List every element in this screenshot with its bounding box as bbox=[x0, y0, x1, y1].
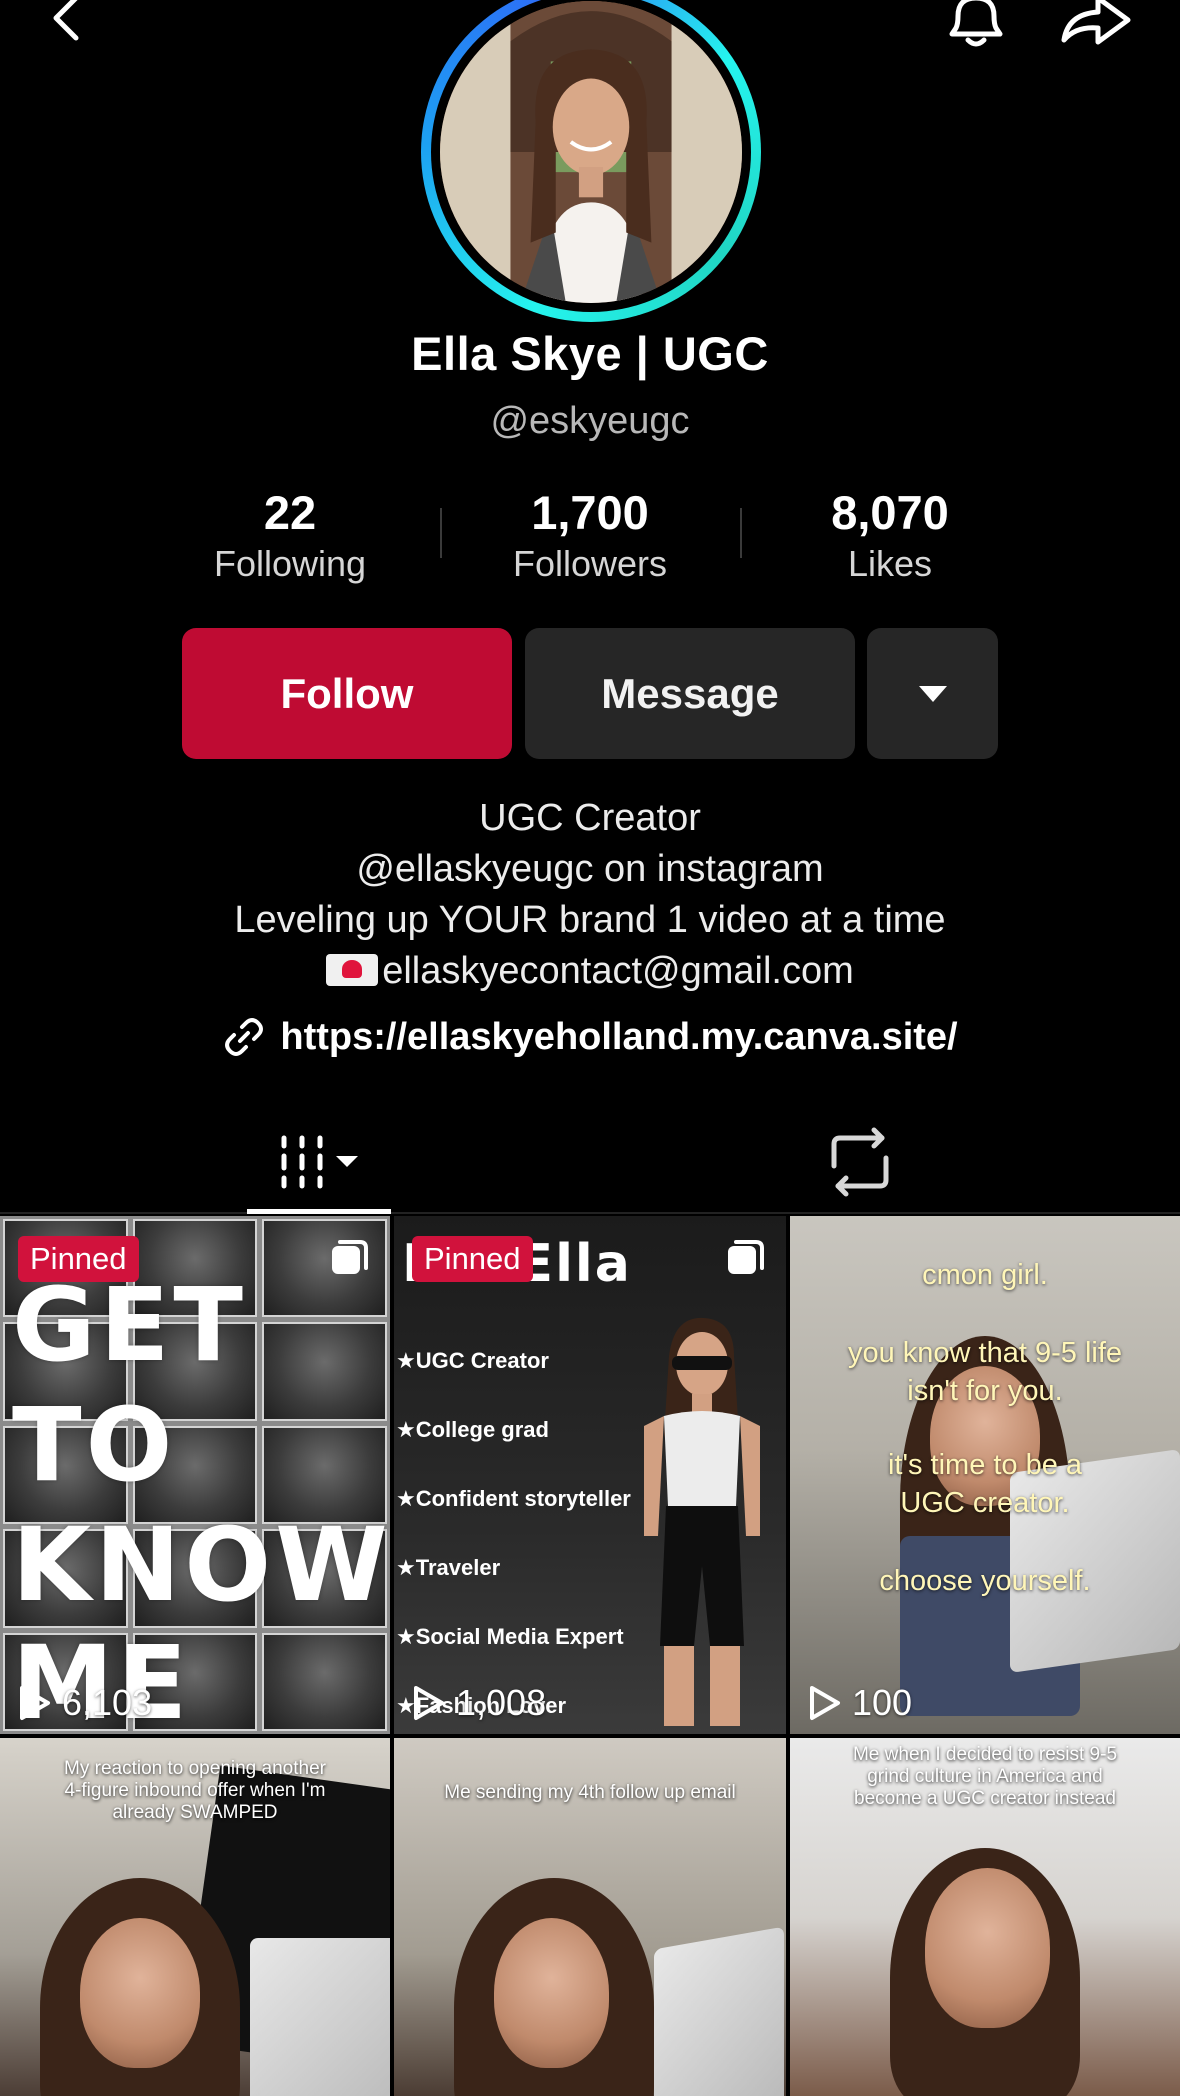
bio-email-line: ellaskyecontact@gmail.com bbox=[0, 946, 1180, 997]
tab-videos[interactable] bbox=[247, 1110, 391, 1214]
carousel-icon bbox=[728, 1240, 764, 1274]
view-count-text: 100 bbox=[852, 1682, 913, 1723]
video-tile[interactable]: Me sending my 4th follow up email bbox=[394, 1738, 786, 2096]
list-item: College grad bbox=[396, 1417, 631, 1486]
video-grid: GET TO KNOW ME Pinned 6,103 I'm Ella UGC… bbox=[0, 1216, 1180, 2096]
play-icon bbox=[20, 1686, 50, 1720]
view-count: 100 bbox=[808, 1682, 912, 1724]
caret-down-icon bbox=[336, 1156, 358, 1167]
list-item: UGC Creator bbox=[396, 1348, 631, 1417]
stat-following[interactable]: 22 Following bbox=[140, 486, 440, 586]
follow-button[interactable]: Follow bbox=[182, 628, 512, 759]
play-icon bbox=[414, 1686, 444, 1720]
person-photo bbox=[644, 1317, 760, 1726]
stat-value: 8,070 bbox=[831, 486, 949, 539]
play-icon bbox=[810, 1686, 840, 1720]
avatar-photo bbox=[440, 1, 742, 303]
caption-line: choose yourself. bbox=[879, 1565, 1091, 1597]
caption-line: cmon girl. bbox=[922, 1259, 1048, 1291]
overlay-list: UGC Creator College grad Confident story… bbox=[396, 1348, 631, 1734]
bio-line: UGC Creator bbox=[479, 797, 701, 839]
stat-likes: 8,070 Likes bbox=[740, 486, 1040, 586]
message-button[interactable]: Message bbox=[525, 628, 855, 759]
caption-line: you know that 9-5 life isn't for you. bbox=[847, 1337, 1123, 1407]
video-tile[interactable]: GET TO KNOW ME Pinned 6,103 bbox=[0, 1216, 390, 1734]
repost-icon[interactable] bbox=[820, 1122, 900, 1202]
suggested-accounts-button[interactable] bbox=[867, 628, 998, 759]
pinned-badge: Pinned bbox=[18, 1236, 139, 1282]
video-caption: Me sending my 4th follow up email bbox=[444, 1782, 736, 1803]
overlay-text: GET bbox=[12, 1266, 247, 1385]
caret-down-icon bbox=[918, 685, 947, 702]
stat-followers[interactable]: 1,700 Followers bbox=[440, 486, 740, 586]
video-caption: Me when I decided to resist 9-5 grind cu… bbox=[852, 1744, 1118, 1809]
view-count-text: 6,103 bbox=[62, 1682, 153, 1723]
carousel-icon bbox=[332, 1240, 368, 1274]
view-count: 6,103 bbox=[18, 1682, 152, 1724]
laptop-photo bbox=[250, 1938, 390, 2096]
link-icon bbox=[225, 1018, 264, 1056]
pinned-badge: Pinned bbox=[412, 1236, 533, 1282]
bio-line: @ellaskyeugc on instagram bbox=[356, 848, 824, 890]
list-item: Confident storyteller bbox=[396, 1486, 631, 1555]
video-tile[interactable]: I'm Ella UGC Creator College grad Confid… bbox=[394, 1216, 786, 1734]
tab-active-indicator bbox=[247, 1209, 391, 1214]
profile-tabs bbox=[0, 1110, 1180, 1214]
caption-line: it's time to be a UGC creator. bbox=[887, 1449, 1083, 1519]
display-name: Ella Skye | UGC bbox=[411, 327, 769, 380]
stat-label: Followers bbox=[512, 543, 668, 584]
love-letter-icon bbox=[326, 954, 379, 986]
bio-link[interactable]: https://ellaskyeholland.my.canva.site/ bbox=[0, 1015, 1180, 1059]
video-tile[interactable]: cmon girl. you know that 9-5 life isn't … bbox=[790, 1216, 1180, 1734]
bio-line: Leveling up YOUR brand 1 video at a time bbox=[234, 899, 946, 941]
video-tile[interactable]: Me when I decided to resist 9-5 grind cu… bbox=[790, 1738, 1180, 2096]
stat-label: Likes bbox=[847, 543, 933, 584]
overlay-text: KNOW bbox=[12, 1506, 390, 1625]
avatar[interactable] bbox=[421, 0, 761, 322]
laptop-photo bbox=[654, 1926, 784, 2096]
stat-value: 1,700 bbox=[531, 486, 649, 539]
video-tile[interactable]: My reaction to opening another 4-figure … bbox=[0, 1738, 390, 2096]
stat-value: 22 bbox=[263, 486, 317, 539]
bell-icon[interactable] bbox=[944, 0, 1008, 48]
view-count: 1,008 bbox=[412, 1682, 546, 1724]
bio-link-text: https://ellaskyeholland.my.canva.site/ bbox=[280, 1015, 958, 1058]
view-count-text: 1,008 bbox=[456, 1682, 547, 1723]
overlay-text: TO bbox=[12, 1386, 177, 1505]
stat-label: Following bbox=[213, 543, 367, 584]
bio: UGC Creator @ellaskyeugc on instagram Le… bbox=[0, 793, 1180, 997]
username: @eskyeugc bbox=[490, 400, 690, 442]
profile-page: Ella Skye | UGC @eskyeugc 22 Following 1… bbox=[0, 0, 1180, 2096]
grid-bars-icon bbox=[281, 1135, 358, 1189]
video-caption: My reaction to opening another 4-figure … bbox=[64, 1758, 326, 1823]
list-item: Traveler bbox=[396, 1555, 631, 1624]
share-arrow-icon[interactable] bbox=[1058, 0, 1134, 48]
chevron-left-icon[interactable] bbox=[44, 0, 88, 44]
bio-email: ellaskyecontact@gmail.com bbox=[382, 950, 854, 992]
